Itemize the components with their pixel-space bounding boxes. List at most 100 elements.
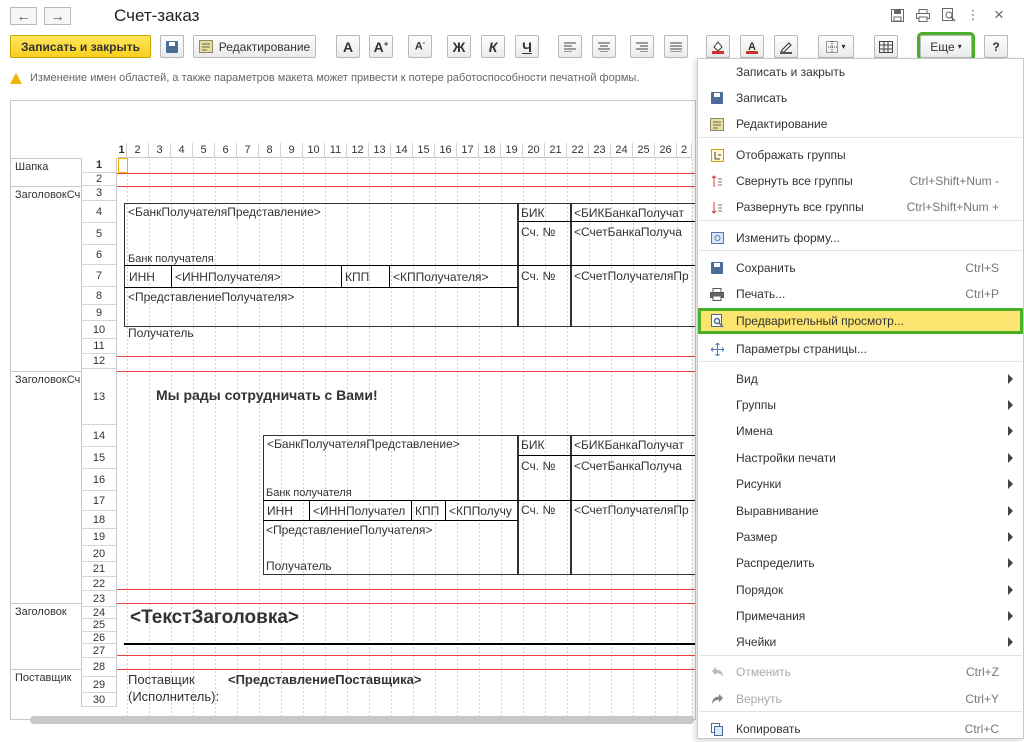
acc-label-1[interactable]: Сч. №	[521, 225, 555, 239]
row-header[interactable]: 11	[81, 339, 117, 354]
row-header[interactable]: 1	[81, 158, 117, 173]
menu-item-22[interactable]: Ячейки	[698, 629, 1023, 655]
supplier-label[interactable]: Поставщик	[128, 672, 195, 687]
menu-item-9[interactable]: Печать... Ctrl+P	[698, 281, 1023, 307]
bank-acc-1[interactable]: <СчетБанкаПолуча	[574, 225, 695, 239]
bank-label-1[interactable]: Банк получателя	[128, 253, 214, 265]
area-label-invoice-head-2[interactable]: ЗаголовокСч	[11, 371, 81, 603]
supplier-label-2[interactable]: (Исполнитель):	[128, 689, 219, 704]
align-center-button[interactable]	[592, 35, 616, 58]
row-header[interactable]: 23	[81, 591, 117, 607]
column-header[interactable]: 22	[567, 143, 589, 158]
row-header[interactable]: 27	[81, 644, 117, 658]
row-header[interactable]: 29	[81, 677, 117, 693]
column-header[interactable]: 23	[589, 143, 611, 158]
row-header[interactable]: 21	[81, 562, 117, 577]
inn-label-1[interactable]: ИНН	[129, 270, 155, 284]
bik-param-1[interactable]: <БИКБанкаПолучат	[574, 206, 695, 220]
preview-window-button[interactable]	[940, 6, 958, 24]
recv-acc-1[interactable]: <СчетПолучателяПр	[574, 269, 695, 283]
row-header[interactable]: 30	[81, 693, 117, 707]
font-button[interactable]: A	[336, 35, 360, 58]
more-button[interactable]: Еще ▾	[917, 32, 975, 61]
text-color-button[interactable]: A	[740, 35, 764, 58]
row-header[interactable]: 19	[81, 529, 117, 546]
font-increase-button[interactable]: A+	[369, 35, 393, 58]
align-right-button[interactable]	[630, 35, 654, 58]
underline-button[interactable]: Ч	[515, 35, 539, 58]
menu-item-25[interactable]: Копировать Ctrl+C	[698, 716, 1023, 742]
recv-repr-1[interactable]: <ПредставлениеПолучателя>	[128, 290, 294, 304]
inn-param-1[interactable]: <ИННПолучателя>	[175, 270, 281, 284]
kpp-label-1[interactable]: КПП	[345, 270, 369, 284]
row-header[interactable]: 7	[81, 265, 117, 287]
back-button[interactable]: ←	[10, 7, 37, 25]
column-header[interactable]: 9	[281, 143, 303, 158]
column-header[interactable]: 10	[303, 143, 325, 158]
row-header[interactable]: 13	[81, 369, 117, 425]
row-header[interactable]: 3	[81, 186, 117, 201]
menu-item-10[interactable]: Предварительный просмотр...	[698, 308, 1023, 334]
welcome-text[interactable]: Мы рады сотрудничать с Вами!	[156, 387, 378, 403]
column-header[interactable]: 5	[193, 143, 215, 158]
menu-item-6[interactable]: Развернуть все группы Ctrl+Shift+Num +	[698, 194, 1023, 220]
recv-label-2[interactable]: Получатель	[266, 559, 332, 573]
window-menu-button[interactable]: ⋮	[964, 6, 982, 24]
column-header[interactable]: 16	[435, 143, 457, 158]
row-header[interactable]: 10	[81, 321, 117, 339]
line-color-button[interactable]	[774, 35, 798, 58]
kpp-param-2[interactable]: <КППолучу	[449, 504, 518, 518]
kpp-label-2[interactable]: КПП	[415, 504, 439, 518]
bank-repr-1[interactable]: <БанкПолучателяПредставление>	[128, 205, 321, 219]
area-label-supplier[interactable]: Поставщик	[11, 669, 81, 719]
column-header[interactable]: 11	[325, 143, 347, 158]
close-button[interactable]: ×	[990, 5, 1008, 24]
column-header[interactable]: 20	[523, 143, 545, 158]
menu-item-17[interactable]: Выравнивание	[698, 498, 1023, 524]
row-header[interactable]: 12	[81, 354, 117, 369]
row-header[interactable]: 28	[81, 658, 117, 677]
column-header[interactable]: 18	[479, 143, 501, 158]
menu-item-19[interactable]: Распределить	[698, 550, 1023, 576]
align-justify-button[interactable]	[664, 35, 688, 58]
column-header[interactable]: 21	[545, 143, 567, 158]
column-header[interactable]: 4	[171, 143, 193, 158]
forward-button[interactable]: →	[44, 7, 71, 25]
column-header[interactable]: 19	[501, 143, 523, 158]
bold-button[interactable]: Ж	[447, 35, 471, 58]
row-header[interactable]: 22	[81, 577, 117, 591]
selected-cell[interactable]	[118, 158, 128, 173]
bank-label-2[interactable]: Банк получателя	[266, 487, 352, 499]
menu-item-1[interactable]: Записать и закрыть	[698, 59, 1023, 85]
kpp-param-1[interactable]: <КППолучателя>	[393, 270, 488, 284]
column-header[interactable]: 1	[117, 143, 127, 158]
column-header[interactable]: 13	[369, 143, 391, 158]
table-button[interactable]	[874, 35, 898, 58]
menu-item-5[interactable]: Свернуть все группы Ctrl+Shift+Num -	[698, 168, 1023, 194]
recv-repr-2[interactable]: <ПредставлениеПолучателя>	[266, 523, 432, 537]
row-header[interactable]: 4	[81, 201, 117, 223]
column-header[interactable]: 12	[347, 143, 369, 158]
menu-item-18[interactable]: Размер	[698, 524, 1023, 550]
row-header[interactable]: 18	[81, 511, 117, 529]
edit-mode-button[interactable]: Редактирование	[193, 35, 316, 58]
menu-item-4[interactable]: Отображать группы	[698, 142, 1023, 168]
area-label-invoice-head-1[interactable]: ЗаголовокСч	[11, 186, 81, 371]
menu-item-24[interactable]: Вернуть Ctrl+Y	[698, 686, 1023, 712]
save-and-close-button[interactable]: Записать и закрыть	[10, 35, 151, 58]
menu-item-15[interactable]: Настройки печати	[698, 445, 1023, 471]
menu-item-13[interactable]: Группы	[698, 392, 1023, 418]
supplier-repr[interactable]: <ПредставлениеПоставщика>	[228, 672, 421, 687]
column-header[interactable]: 8	[259, 143, 281, 158]
column-header[interactable]: 7	[237, 143, 259, 158]
menu-item-11[interactable]: Параметры страницы...	[698, 336, 1023, 362]
recv-label-1[interactable]: Получатель	[128, 326, 194, 340]
menu-item-23[interactable]: Отменить Ctrl+Z	[698, 659, 1023, 685]
column-header[interactable]: 15	[413, 143, 435, 158]
area-label-title[interactable]: Заголовок	[11, 603, 81, 669]
acc-label-4[interactable]: Сч. №	[521, 503, 555, 517]
row-header[interactable]: 9	[81, 305, 117, 321]
borders-button[interactable]: ▾	[818, 35, 854, 58]
column-header[interactable]: 14	[391, 143, 413, 158]
row-header[interactable]: 26	[81, 632, 117, 644]
